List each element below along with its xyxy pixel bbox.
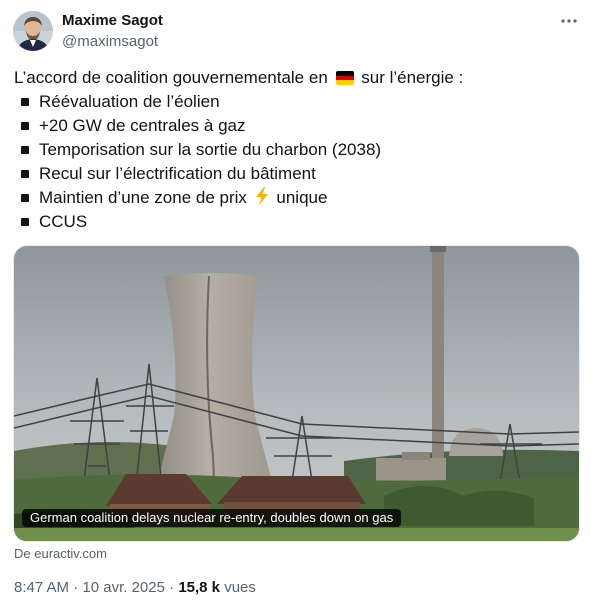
meta-separator: · xyxy=(73,579,79,596)
black-square-bullet-icon xyxy=(19,144,31,156)
black-square-bullet-icon xyxy=(19,192,31,204)
tweet-text: L’accord de coalition gouvernementale en… xyxy=(14,66,574,234)
black-square-bullet-icon xyxy=(19,168,31,180)
tweet-intro-text: L’accord de coalition gouvernementale en xyxy=(14,68,328,87)
card-caption: German coalition delays nuclear re-entry… xyxy=(22,509,402,527)
tweet-date[interactable]: 10 avr. 2025 xyxy=(82,579,165,596)
tweet-bullet: Réévaluation de l’éolien xyxy=(14,90,574,114)
tweet-time[interactable]: 8:47 AM xyxy=(14,579,69,596)
views-count[interactable]: 15,8 k xyxy=(178,579,220,596)
tweet-intro-text-end: sur l’énergie : xyxy=(361,68,464,87)
bullet-text: Recul sur l’électrification du bâtiment xyxy=(39,164,316,183)
black-square-bullet-icon xyxy=(19,96,31,108)
tweet-intro: L’accord de coalition gouvernementale en… xyxy=(14,66,574,90)
bullet-text: CCUS xyxy=(39,212,88,231)
more-options-button[interactable] xyxy=(556,10,582,32)
more-dots-icon xyxy=(561,19,577,23)
card-image xyxy=(14,246,579,541)
tweet-bullet: Recul sur l’électrification du bâtiment xyxy=(14,162,574,186)
card-source-link[interactable]: De euractiv.com xyxy=(14,546,107,562)
author-name[interactable]: Maxime Sagot xyxy=(62,12,163,30)
tweet-meta: 8:47 AM · 10 avr. 2025 · 15,8 k vues xyxy=(14,579,256,597)
avatar-photo xyxy=(13,11,53,51)
author-handle[interactable]: @maximsagot xyxy=(62,33,158,51)
black-square-bullet-icon xyxy=(19,216,31,228)
bullet-text: +20 GW de centrales à gaz xyxy=(39,116,246,135)
bullet-text: Temporisation sur la sortie du charbon (… xyxy=(39,140,382,159)
bullet-text: Réévaluation de l’éolien xyxy=(39,92,220,111)
meta-separator: · xyxy=(169,579,175,596)
tweet-bullet: CCUS xyxy=(14,210,574,234)
views-label: vues xyxy=(224,579,256,596)
lightning-bolt-icon xyxy=(255,187,268,205)
bullet-text-end: unique xyxy=(276,188,328,207)
tweet-bullet: +20 GW de centrales à gaz xyxy=(14,114,574,138)
germany-flag-icon xyxy=(335,71,354,85)
author-avatar[interactable] xyxy=(13,11,53,51)
link-card[interactable]: German coalition delays nuclear re-entry… xyxy=(13,245,580,542)
black-square-bullet-icon xyxy=(19,120,31,132)
tweet-bullet: Maintien d’une zone de prix unique xyxy=(14,186,574,210)
tweet-bullet: Temporisation sur la sortie du charbon (… xyxy=(14,138,574,162)
bullet-text: Maintien d’une zone de prix xyxy=(39,188,247,207)
